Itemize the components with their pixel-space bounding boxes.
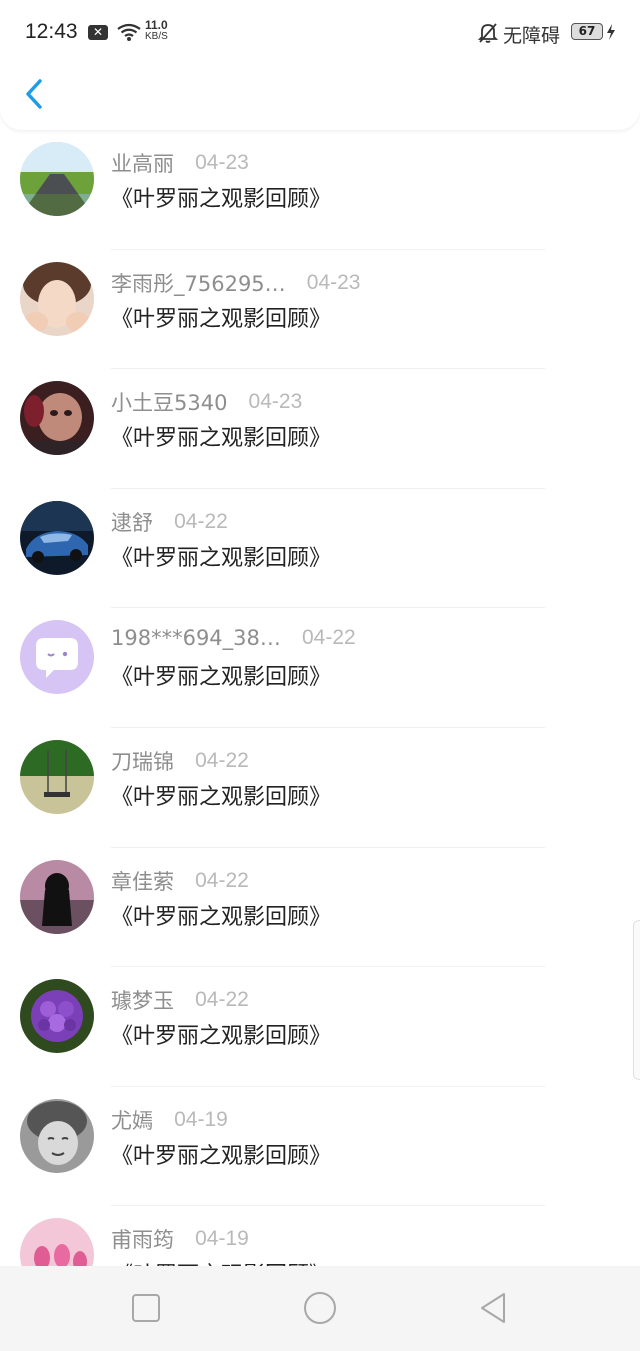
user-name: 章佳萦 bbox=[111, 869, 174, 894]
item-title[interactable]: 《叶罗丽之观影回顾》 bbox=[111, 540, 331, 572]
list-item[interactable]: 甫雨筠 04-19 《叶罗丽之观影回顾》 bbox=[0, 1206, 640, 1266]
battery-indicator: 67 bbox=[571, 23, 603, 40]
list-item[interactable]: 李雨彤_756295… 04-23 《叶罗丽之观影回顾》 bbox=[0, 250, 640, 370]
user-name: 逮舒 bbox=[111, 510, 153, 535]
item-date: 04-22 bbox=[195, 988, 249, 1012]
avatar[interactable] bbox=[20, 859, 94, 934]
avatar[interactable] bbox=[20, 500, 94, 575]
avatar-doll bbox=[20, 381, 94, 456]
item-title[interactable]: 《叶罗丽之观影回顾》 bbox=[111, 1138, 331, 1170]
list-item[interactable]: 小土豆5340 04-23 《叶罗丽之观影回顾》 bbox=[0, 369, 640, 489]
default-chat-avatar-icon bbox=[20, 620, 94, 695]
circle-icon bbox=[304, 1292, 336, 1324]
user-name: 李雨彤_756295… bbox=[111, 271, 286, 296]
item-date: 04-23 bbox=[248, 390, 303, 414]
triangle-back-icon bbox=[481, 1293, 505, 1323]
user-name: 业高丽 bbox=[111, 152, 174, 176]
list-item[interactable]: 尤嫣 04-19 《叶罗丽之观影回顾》 bbox=[0, 1087, 640, 1207]
avatar-car bbox=[20, 500, 94, 575]
wifi-icon bbox=[117, 23, 141, 41]
list-item[interactable]: 业高丽 04-23 《叶罗丽之观影回顾》 bbox=[0, 130, 640, 250]
notification-close-icon: ✕ bbox=[88, 25, 108, 40]
list-item[interactable]: 逮舒 04-22 《叶罗丽之观影回顾》 bbox=[0, 489, 640, 609]
item-date: 04-22 bbox=[174, 509, 228, 533]
avatar-swing bbox=[20, 739, 94, 814]
item-date: 04-22 bbox=[195, 868, 249, 892]
item-date: 04-23 bbox=[195, 151, 249, 174]
item-meta: 尤嫣 04-19 bbox=[111, 1105, 228, 1135]
user-name: 小土豆5340 bbox=[111, 391, 228, 416]
bell-muted-icon bbox=[478, 23, 498, 43]
user-name: 璩梦玉 bbox=[111, 989, 174, 1014]
item-date: 04-19 bbox=[195, 1227, 249, 1251]
home-button[interactable] bbox=[302, 1290, 338, 1326]
accessibility-label: 无障碍 bbox=[503, 25, 561, 47]
avatar[interactable] bbox=[20, 739, 94, 814]
nav-back-button[interactable] bbox=[476, 1290, 512, 1326]
item-title[interactable]: 《叶罗丽之观影回顾》 bbox=[111, 1257, 331, 1266]
status-bar: 12:43 ✕ 11.0 KB/S 无障碍 67 bbox=[0, 0, 640, 64]
item-meta: 业高丽 04-23 bbox=[111, 148, 249, 178]
recents-button[interactable] bbox=[128, 1290, 164, 1326]
item-title[interactable]: 《叶罗丽之观影回顾》 bbox=[111, 659, 331, 691]
square-icon bbox=[132, 1294, 160, 1322]
chevron-left-icon bbox=[26, 79, 42, 109]
item-title[interactable]: 《叶罗丽之观影回顾》 bbox=[111, 420, 331, 452]
item-meta: 198***694_38… 04-22 bbox=[111, 626, 356, 650]
item-meta: 小土豆5340 04-23 bbox=[111, 387, 302, 417]
avatar[interactable] bbox=[20, 620, 94, 695]
avatar-girl-back bbox=[20, 859, 94, 934]
list-item[interactable]: 198***694_38… 04-22 《叶罗丽之观影回顾》 bbox=[0, 608, 640, 728]
avatar[interactable] bbox=[20, 1218, 94, 1266]
list-item[interactable]: 章佳萦 04-22 《叶罗丽之观影回顾》 bbox=[0, 848, 640, 968]
item-date: 04-22 bbox=[301, 626, 356, 650]
avatar[interactable] bbox=[20, 261, 94, 336]
item-meta: 甫雨筠 04-19 bbox=[111, 1224, 249, 1254]
item-title[interactable]: 《叶罗丽之观影回顾》 bbox=[111, 181, 331, 213]
charging-icon bbox=[607, 24, 615, 40]
avatar[interactable] bbox=[20, 1098, 94, 1173]
item-title[interactable]: 《叶罗丽之观影回顾》 bbox=[111, 1018, 331, 1050]
user-name: 尤嫣 bbox=[111, 1108, 153, 1133]
user-name: 刀瑞锦 bbox=[111, 749, 174, 774]
network-speed: 11.0 KB/S bbox=[145, 18, 168, 42]
item-title[interactable]: 《叶罗丽之观影回顾》 bbox=[111, 301, 331, 333]
item-meta: 刀瑞锦 04-22 bbox=[111, 746, 249, 776]
item-meta: 章佳萦 04-22 bbox=[111, 866, 249, 896]
back-button[interactable] bbox=[20, 76, 50, 116]
network-speed-unit: KB/S bbox=[145, 31, 168, 42]
item-meta: 李雨彤_756295… 04-23 bbox=[111, 268, 360, 298]
item-title[interactable]: 《叶罗丽之观影回顾》 bbox=[111, 899, 331, 931]
avatar-hydrangea bbox=[20, 979, 94, 1054]
avatar-anime-sketch bbox=[20, 1098, 94, 1173]
avatar-road-landscape bbox=[20, 142, 94, 216]
app-header bbox=[0, 64, 640, 130]
status-time: 12:43 bbox=[25, 20, 78, 43]
item-date: 04-23 bbox=[306, 270, 361, 294]
avatar-portrait bbox=[20, 261, 94, 336]
scrollbar[interactable] bbox=[633, 920, 640, 1080]
user-name: 甫雨筠 bbox=[111, 1228, 174, 1253]
avatar-nails bbox=[20, 1218, 94, 1266]
list-item[interactable]: 璩梦玉 04-22 《叶罗丽之观影回顾》 bbox=[0, 967, 640, 1087]
avatar[interactable] bbox=[20, 979, 94, 1054]
list-item[interactable]: 刀瑞锦 04-22 《叶罗丽之观影回顾》 bbox=[0, 728, 640, 848]
avatar[interactable] bbox=[20, 142, 94, 216]
item-meta: 璩梦玉 04-22 bbox=[111, 985, 249, 1015]
user-name: 198***694_38… bbox=[111, 626, 281, 651]
user-list[interactable]: 业高丽 04-23 《叶罗丽之观影回顾》 李雨彤_756295… 04-23 《… bbox=[0, 130, 640, 1266]
avatar[interactable] bbox=[20, 381, 94, 456]
network-speed-value: 11.0 bbox=[145, 18, 168, 32]
item-date: 04-19 bbox=[174, 1107, 228, 1131]
system-nav-bar bbox=[0, 1266, 640, 1351]
item-meta: 逮舒 04-22 bbox=[111, 507, 228, 537]
item-date: 04-22 bbox=[195, 748, 249, 772]
item-title[interactable]: 《叶罗丽之观影回顾》 bbox=[111, 779, 331, 811]
